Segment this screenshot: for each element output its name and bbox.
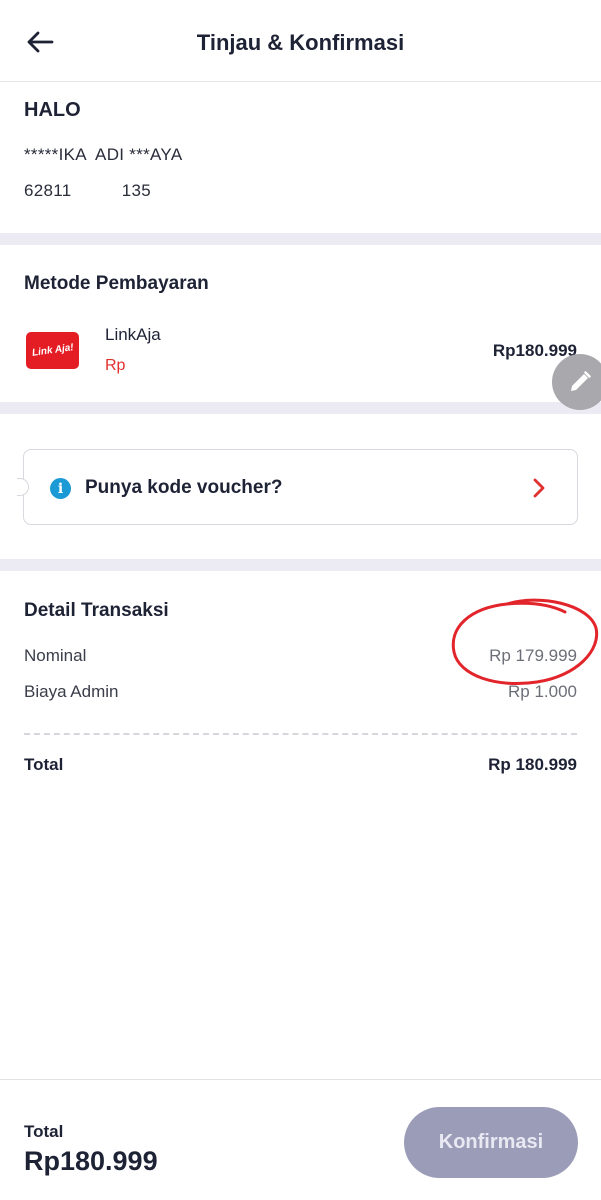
linkaja-logo: Link Aja!	[26, 332, 79, 369]
voucher-button[interactable]: i Punya kode voucher?	[17, 449, 578, 525]
dashed-divider	[24, 733, 577, 735]
admin-fee-label: Biaya Admin	[24, 682, 119, 701]
footer-total-label: Total	[24, 1122, 64, 1141]
nominal-value: Rp 179.999	[489, 646, 577, 665]
total-label: Total	[24, 755, 64, 774]
transaction-detail-section: Detail Transaksi Nominal Rp 179.999 Biay…	[0, 571, 601, 1079]
red-circle-annotation	[451, 598, 599, 686]
bottom-bar: Total Rp180.999 Konfirmasi	[0, 1079, 601, 1200]
account-number: 62811 135	[24, 181, 152, 200]
voucher-section: i Punya kode voucher?	[0, 414, 601, 559]
pencil-icon	[571, 371, 591, 391]
voucher-notch	[17, 478, 29, 496]
nominal-label: Nominal	[24, 646, 87, 665]
payment-method-name: LinkAja	[105, 325, 161, 344]
account-section: HALO *****IKA ADI ***AYA 62811 135	[0, 82, 601, 233]
section-divider	[0, 402, 601, 414]
footer-total-amount: Rp180.999	[24, 1146, 158, 1176]
chevron-right-icon	[529, 474, 549, 502]
total-value: Rp 180.999	[488, 755, 577, 774]
voucher-label: Punya kode voucher?	[85, 477, 283, 498]
section-divider	[0, 559, 601, 571]
page-title: Tinjau & Konfirmasi	[196, 30, 405, 55]
section-divider	[0, 233, 601, 245]
confirm-button[interactable]: Konfirmasi	[404, 1107, 578, 1178]
admin-fee-value: Rp 1.000	[508, 682, 577, 701]
account-name: *****IKA ADI ***AYA	[24, 145, 183, 164]
edit-floating-button[interactable]	[552, 354, 601, 410]
app-header: Tinjau & Konfirmasi	[0, 0, 601, 82]
info-icon: i	[50, 478, 71, 499]
payment-method-balance: Rp	[105, 357, 126, 374]
payment-method-section: Metode Pembayaran Link Aja! LinkAja Rp R…	[0, 245, 601, 402]
account-product: HALO	[24, 99, 81, 121]
transaction-detail-title: Detail Transaksi	[24, 600, 169, 621]
linkaja-logo-text: Link Aja!	[30, 341, 74, 359]
payment-method-title: Metode Pembayaran	[24, 273, 209, 294]
